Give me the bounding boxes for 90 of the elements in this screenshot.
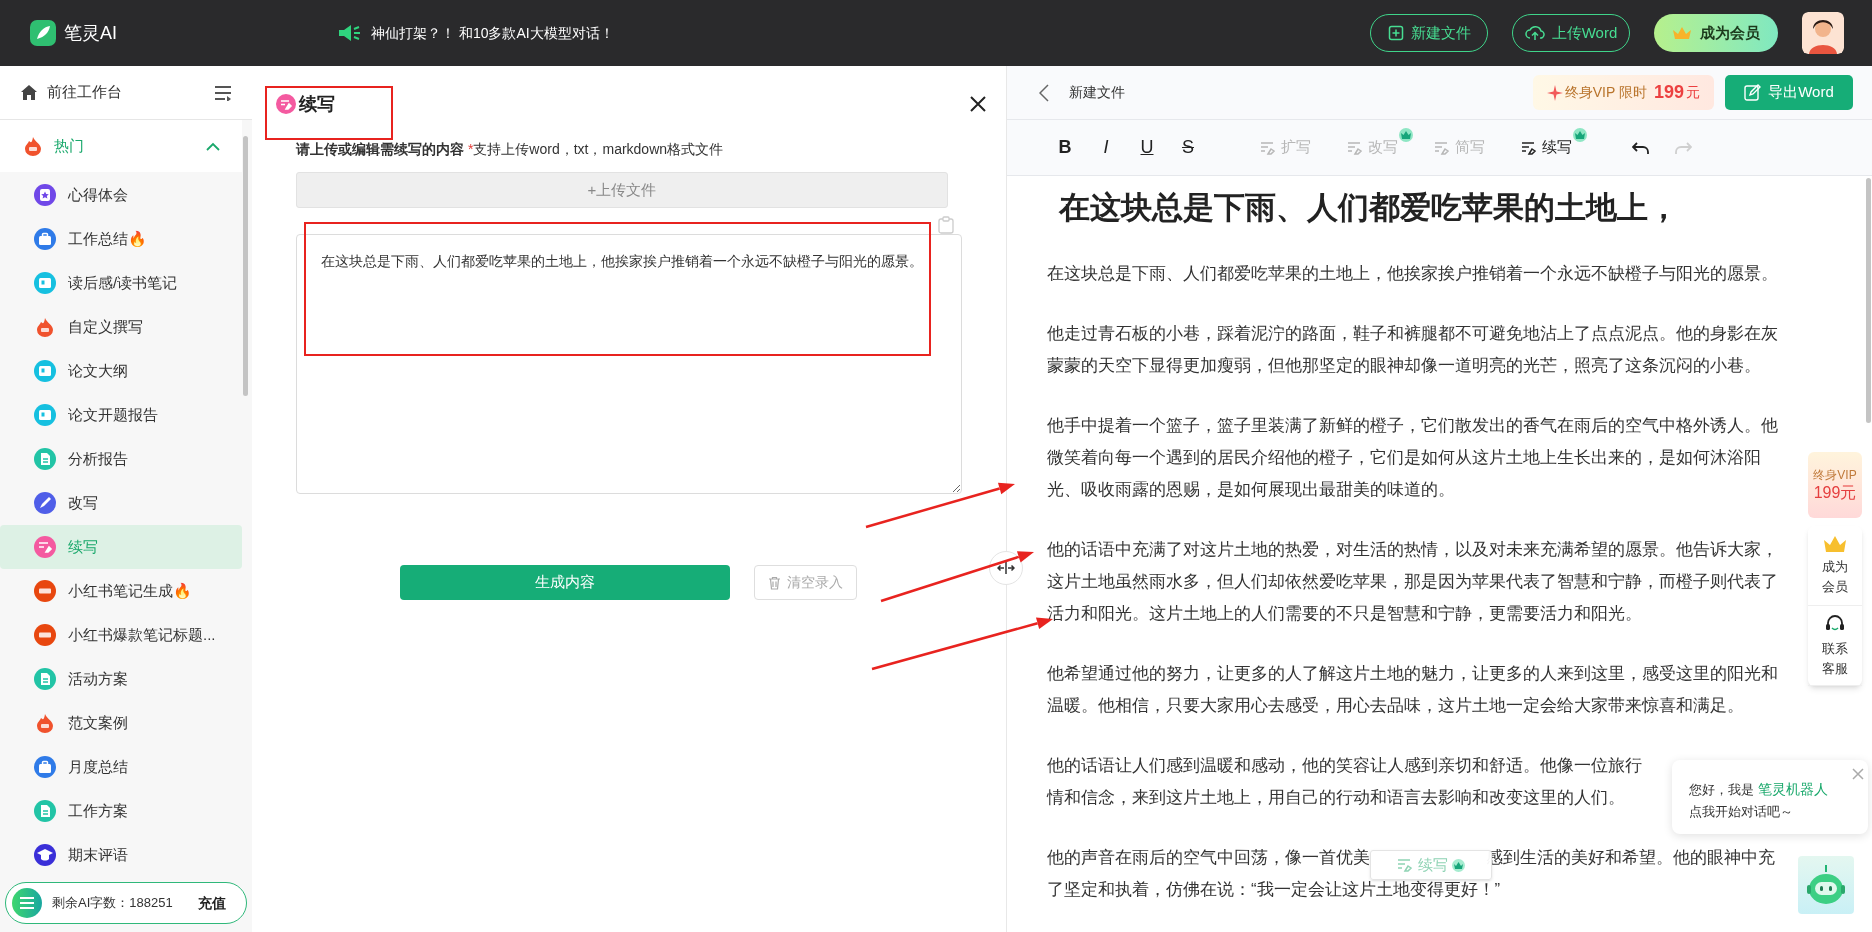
format-button[interactable]: I <box>1096 134 1116 161</box>
trash-icon <box>768 575 781 590</box>
sidebar-item[interactable]: 分析报告 <box>0 437 242 481</box>
sidebar-item[interactable]: 小红书爆款笔记标题... <box>0 613 242 657</box>
undo-button[interactable] <box>1632 140 1650 155</box>
document-line: 光、吸收雨露的恩赐，是如何展现出最甜美的味道的。 <box>1047 479 1455 502</box>
sidebar-item[interactable]: 工作总结🔥 <box>0 217 242 261</box>
edit-lines-icon <box>1521 139 1539 156</box>
sidebar-item[interactable]: 月度总结 <box>0 745 242 789</box>
sidebar-item[interactable]: 范文案例 <box>0 701 242 745</box>
recharge-link[interactable]: 充值 <box>198 892 240 914</box>
quota-text: 剩余AI字数：188251 <box>52 894 174 913</box>
chat-bubble[interactable]: 您好，我是 笔灵机器人 点我开始对话吧～ <box>1672 760 1868 834</box>
document-line: 情和信念，来到这片土地上，用自己的行动和语言去影响和改变这里的人们。 <box>1047 787 1625 810</box>
document-line: 他希望通过他的努力，让更多的人了解这片土地的魅力，让更多的人来到这里，感受这里的阳光和 <box>1047 663 1778 686</box>
sidebar-item[interactable]: 读后感/读书笔记 <box>0 261 242 305</box>
ai-tool-button[interactable]: 续写 <box>1521 136 1572 159</box>
robot-chat-button[interactable] <box>1798 856 1854 914</box>
resize-arrows-icon <box>997 561 1015 575</box>
document-title: 在这块总是下雨、人们都爱吃苹果的土地上， <box>1057 189 1680 227</box>
redo-icon <box>1674 140 1692 155</box>
vip-offer-price: 199 <box>1653 81 1684 104</box>
home-icon <box>20 84 38 101</box>
chat-prompt: 点我开始对话吧～ <box>1689 803 1794 821</box>
content-textarea[interactable]: 在这块总是下雨、人们都爱吃苹果的土地上，他挨家挨户推销着一个永远不缺橙子与阳光的愿景。 <box>296 234 962 494</box>
vip-widget-price: 199元 <box>1813 483 1857 503</box>
clipboard-icon <box>938 216 954 234</box>
workspace-link[interactable]: 前往工作台 <box>20 81 122 104</box>
document-line: 了坚定和执着，仿佛在说：“我一定会让这片土地变得更好！” <box>1047 879 1501 902</box>
close-icon <box>969 95 987 113</box>
panel-title: 续写 <box>299 92 335 116</box>
widget-label: 成为会员 <box>1822 557 1848 596</box>
document-line: 他的话语中充满了对这片土地的热爱，对生活的热情，以及对未来充满希望的愿景。他告诉大家， <box>1047 539 1778 562</box>
membership-widget[interactable]: 成为会员 <box>1808 526 1862 606</box>
upload-instruction: 请上传或编辑需续写的内容 *支持上传word，txt，markdown格式文件 <box>296 140 725 159</box>
announcement-text: 神仙打架？！ 和10多款AI大模型对话！ <box>371 23 614 43</box>
file-name: 新建文件 <box>1069 83 1125 102</box>
logo-icon <box>12 888 42 918</box>
document-line: 他走过青石板的小巷，踩着泥泞的路面，鞋子和裤腿都不可避免地沾上了点点泥点。他的身影在灰 <box>1047 323 1778 346</box>
chevron-left-icon <box>1039 83 1049 102</box>
edit-lines-icon <box>1347 139 1365 156</box>
document-line: 这片土地虽然雨水多，但人们却依然爱吃苹果，那是因为苹果代表了智慧和宁静，而橙子则代表了 <box>1047 571 1778 594</box>
vip-button[interactable]: 成为会员 <box>1654 14 1778 52</box>
edit-lines-icon <box>1434 139 1452 156</box>
widget-label: 联系客服 <box>1822 639 1848 678</box>
close-icon <box>1852 768 1864 780</box>
leaf-logo-icon <box>30 20 56 46</box>
sidebar-item[interactable]: 心得体会 <box>0 173 242 217</box>
chat-greeting: 您好，我是 笔灵机器人 <box>1689 780 1829 799</box>
format-button[interactable]: U <box>1137 134 1157 161</box>
sidebar-item[interactable]: 论文大纲 <box>0 349 242 393</box>
vip-offer-badge[interactable]: 终身VIP 限时 199 元 <box>1532 75 1714 110</box>
document-line: 他的话语让人们感到温暖和感动，他的笑容让人感到亲切和舒适。他像一位旅行 <box>1047 755 1642 778</box>
sidebar-item[interactable]: 活动方案 <box>0 657 242 701</box>
close-button[interactable] <box>969 94 989 114</box>
sidebar-item[interactable]: 论文开题报告 <box>0 393 242 437</box>
plus-file-icon <box>1387 25 1404 41</box>
sidebar-item[interactable]: 改写 <box>0 481 242 525</box>
robot-icon <box>1804 863 1848 907</box>
megaphone-icon <box>337 23 361 43</box>
edit-lines-icon <box>1396 857 1415 873</box>
export-icon <box>1744 84 1762 101</box>
crown-icon <box>1672 26 1692 40</box>
sidebar-item[interactable]: 工作方案 <box>0 789 242 833</box>
format-button[interactable]: B <box>1055 134 1075 161</box>
support-widget[interactable]: 联系客服 <box>1808 606 1862 686</box>
document-line: 他的声音在雨后的空气中回荡，像一首优美 <box>1047 847 1370 870</box>
edit-icon <box>276 94 296 114</box>
sidebar-item[interactable]: 期末评语 <box>0 833 242 877</box>
document-line: 在这块总是下雨、人们都爱吃苹果的土地上，他挨家挨户推销着一个永远不缺橙子与阳光的愿景。 <box>1047 263 1778 286</box>
menu-icon <box>214 84 232 101</box>
flame-icon <box>22 135 44 157</box>
edit-lines-icon <box>1260 139 1278 156</box>
sidebar-item[interactable]: 自定义撰写 <box>0 305 242 349</box>
sidebar-item[interactable]: 小红书笔记生成🔥 <box>0 569 242 613</box>
undo-icon <box>1632 140 1650 155</box>
avatar-icon <box>1802 12 1844 54</box>
document-line: 他手中提着一个篮子，篮子里装满了新鲜的橙子，它们散发出的香气在雨后的空气中格外诱人。他 <box>1047 415 1778 438</box>
vip-offer-unit: 元 <box>1686 83 1700 102</box>
sparkle-icon <box>1546 84 1563 101</box>
crown-icon <box>1823 534 1847 553</box>
group-label: 热门 <box>54 135 84 156</box>
app-name: 笔灵AI <box>64 21 117 45</box>
vip-offer-label: 终身VIP 限时 <box>1564 83 1647 102</box>
format-button[interactable]: S <box>1178 134 1198 161</box>
document-line: 微笑着向每一个遇到的居民介绍他的橙子，它们是如何从这片土地上生长出来的，是如何沐浴阳 <box>1047 447 1761 470</box>
vip-widget-label: 终身VIP <box>1813 467 1857 483</box>
cloud-upload-icon <box>1524 25 1545 41</box>
document-line: 温暖。他相信，只要大家用心去感受，用心去品味，这片土地一定会给大家带来惊喜和满足。 <box>1047 695 1744 718</box>
document-line: 蒙蒙的天空下显得更加瘦弱，但他那坚定的眼神却像一道明亮的光芒，照亮了这条沉闷的小巷。 <box>1047 355 1761 378</box>
